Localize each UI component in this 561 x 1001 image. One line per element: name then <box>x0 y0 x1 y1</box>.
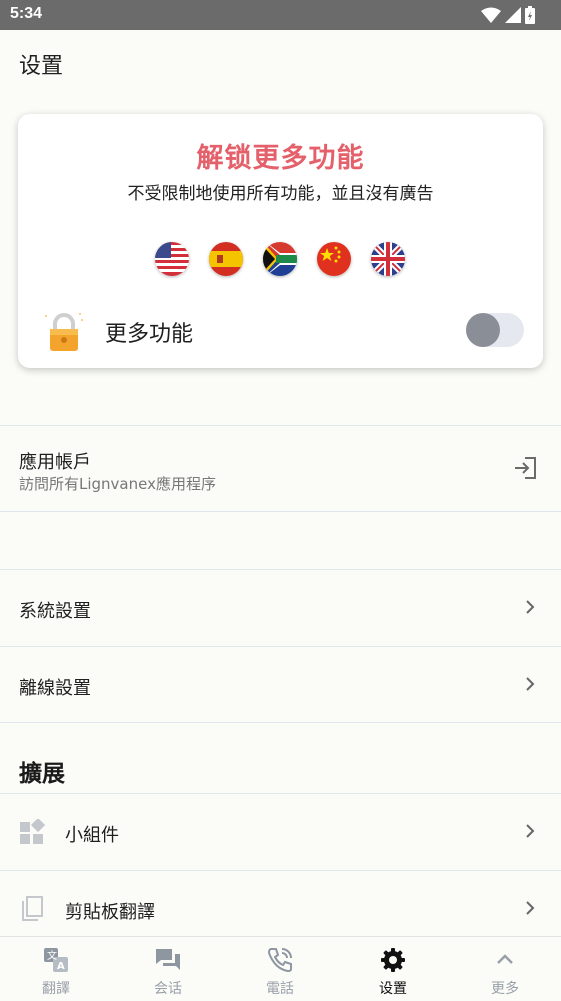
chevron-up-icon <box>497 954 513 964</box>
offline-settings-label: 離線設置 <box>19 678 91 699</box>
svg-text:A: A <box>57 961 65 972</box>
widgets-icon <box>20 819 45 844</box>
lock-icon <box>45 313 83 351</box>
widgets-label: 小組件 <box>65 825 119 846</box>
status-time: 5:34 <box>10 5 43 22</box>
nav-settings-label: 设置 <box>379 981 407 997</box>
gb-flag-icon <box>371 242 405 276</box>
chevron-right-icon <box>526 677 535 691</box>
account-subtitle: 訪問所有Lignvanex應用程序 <box>19 475 216 493</box>
chat-icon <box>156 949 180 970</box>
wifi-icon <box>481 7 501 23</box>
promo-subtitle: 不受限制地使用所有功能，並且沒有廣告 <box>127 184 434 204</box>
es-flag-icon <box>209 242 243 276</box>
nav-phone[interactable]: 電話 <box>224 937 336 1001</box>
flag-row <box>155 242 405 276</box>
nav-more[interactable]: 更多 <box>449 937 561 1001</box>
more-features-label: 更多功能 <box>105 322 194 347</box>
clipboard-translate-row[interactable]: 剪貼板翻譯 <box>0 871 561 936</box>
more-features-toggle[interactable] <box>466 313 524 347</box>
signal-icon <box>505 7 521 23</box>
nav-translate[interactable]: 文 A 翻譯 <box>0 937 112 1001</box>
widgets-row[interactable]: 小組件 <box>0 794 561 870</box>
clipboard-translate-label: 剪貼板翻譯 <box>65 902 155 923</box>
nav-phone-label: 電話 <box>266 981 294 997</box>
nav-more-label: 更多 <box>491 981 519 997</box>
page-title: 设置 <box>19 54 64 79</box>
offline-settings-row[interactable]: 離線設置 <box>0 647 561 722</box>
system-settings-label: 系統設置 <box>19 601 91 622</box>
promo-title: 解锁更多功能 <box>196 143 365 174</box>
unlock-promo-card[interactable]: 解锁更多功能 不受限制地使用所有功能，並且沒有廣告 更多功能 <box>18 114 543 368</box>
toggle-thumb <box>466 313 500 347</box>
account-title: 應用帳戶 <box>19 452 91 473</box>
status-bar: 5:34 <box>0 0 561 30</box>
battery-icon <box>525 6 535 24</box>
account-row[interactable]: 應用帳戶 訪問所有Lignvanex應用程序 <box>0 426 561 511</box>
nav-chat-label: 会话 <box>154 981 182 997</box>
svg-text:文: 文 <box>47 949 57 962</box>
divider <box>0 722 561 723</box>
bottom-nav: 文 A 翻譯 会话 電話 设置 更多 <box>0 936 561 1001</box>
chevron-right-icon <box>526 901 535 915</box>
copy-icon <box>22 896 43 921</box>
status-icons <box>481 6 535 24</box>
translate-icon: 文 A <box>44 948 68 972</box>
nav-chat[interactable]: 会话 <box>112 937 224 1001</box>
gear-icon <box>381 948 405 972</box>
cn-flag-icon <box>317 242 351 276</box>
chevron-right-icon <box>526 600 535 614</box>
system-settings-row[interactable]: 系統設置 <box>0 570 561 646</box>
login-icon <box>515 457 536 479</box>
nav-translate-label: 翻譯 <box>42 981 70 997</box>
nav-settings[interactable]: 设置 <box>337 937 449 1001</box>
chevron-right-icon <box>526 824 535 838</box>
phone-icon <box>267 948 292 973</box>
za-flag-icon <box>263 242 297 276</box>
divider <box>0 511 561 512</box>
extensions-section-title: 擴展 <box>19 761 65 787</box>
us-flag-icon <box>155 242 189 276</box>
